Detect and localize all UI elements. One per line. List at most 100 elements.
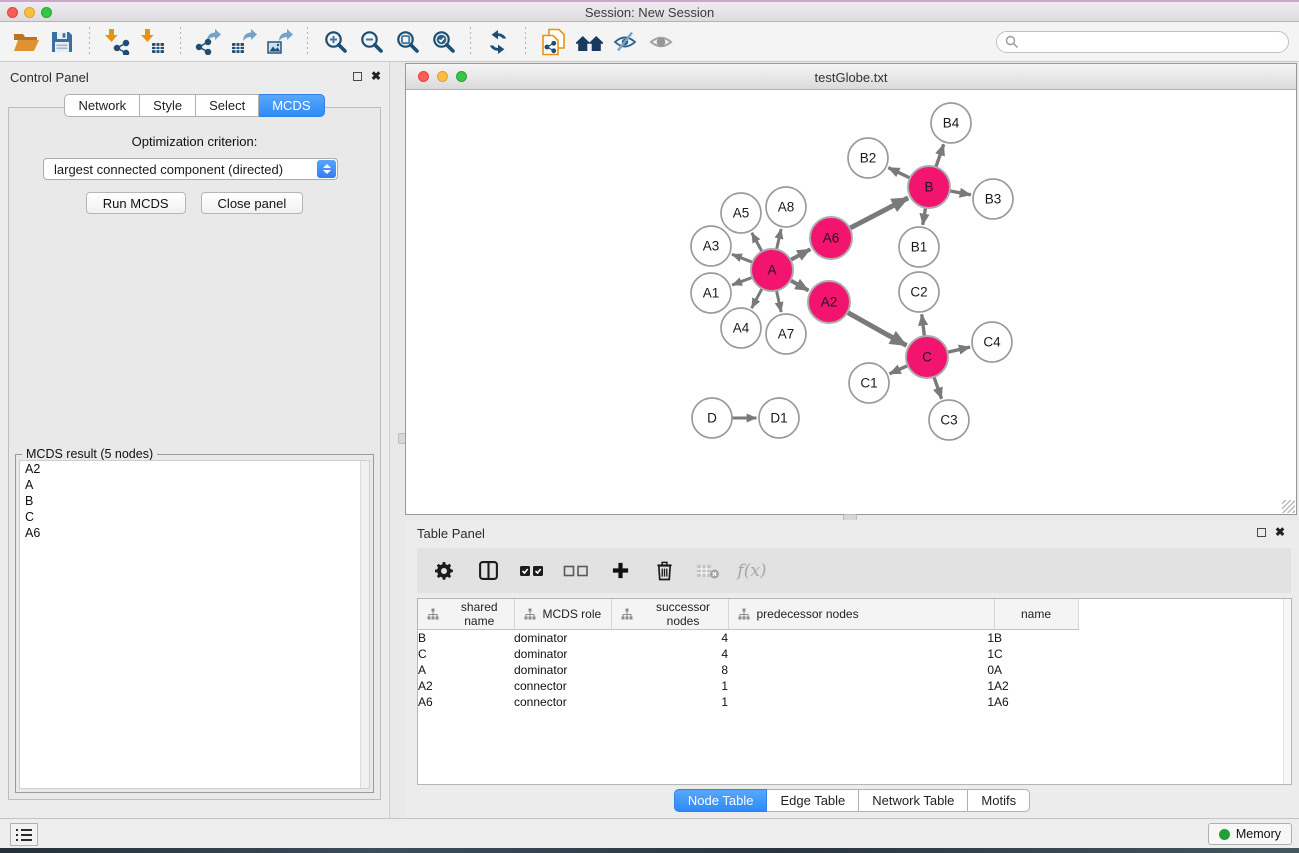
table-cell[interactable]: C [418,646,514,662]
table-row[interactable]: Adominator80A [418,662,1078,678]
graph-edge[interactable] [923,208,926,225]
app-titlebar[interactable]: Session: New Session [0,2,1299,22]
table-cell[interactable]: B [418,630,514,646]
criterion-select[interactable]: largest connected component (directed) [43,158,338,180]
table-cell[interactable]: dominator [514,662,611,678]
table-cell[interactable]: B [994,630,1078,646]
table-row[interactable]: Cdominator41C [418,646,1078,662]
mcds-result-item[interactable]: C [20,509,369,525]
zoom-out-button[interactable] [353,25,389,59]
table-settings-gear-button[interactable] [427,554,461,588]
column-selector-button[interactable] [471,554,505,588]
tab-mcds[interactable]: MCDS [259,94,324,117]
save-session-button[interactable] [44,25,80,59]
graph-edge[interactable] [732,254,753,262]
float-panel-icon[interactable] [353,72,362,81]
table-cell[interactable]: dominator [514,646,611,662]
table-cell[interactable]: dominator [514,630,611,646]
graph-edge[interactable] [752,233,762,252]
search-input[interactable] [1025,34,1280,50]
graph-edge[interactable] [777,229,782,250]
graph-edge[interactable] [922,314,925,336]
refresh-layout-button[interactable] [480,25,516,59]
table-cell[interactable]: 4 [611,630,728,646]
tab-network[interactable]: Network [64,94,140,117]
graph-edge[interactable] [936,144,944,167]
zoom-fit-button[interactable] [389,25,425,59]
import-network-button[interactable] [99,25,135,59]
graph-edge[interactable] [776,291,781,313]
export-table-button[interactable] [226,25,262,59]
table-cell[interactable]: A2 [994,678,1078,694]
column-header-successor-nodes[interactable]: successor nodes [611,599,728,630]
table-cell[interactable]: 0 [728,662,994,678]
table-cell[interactable]: 1 [728,630,994,646]
hide-panel-button[interactable] [607,25,643,59]
column-header-predecessor-nodes[interactable]: predecessor nodes [728,599,994,630]
tab-motifs[interactable]: Motifs [968,789,1030,812]
float-table-panel-icon[interactable] [1257,528,1266,537]
tab-style[interactable]: Style [140,94,196,117]
zoom-in-button[interactable] [317,25,353,59]
import-table-button[interactable] [135,25,171,59]
graph-edge[interactable] [950,191,971,195]
tab-select[interactable]: Select [196,94,259,117]
tab-network-table[interactable]: Network Table [859,789,968,812]
table-cell[interactable]: A [994,662,1078,678]
graph-edge[interactable] [888,168,910,178]
graph-edge[interactable] [752,289,762,309]
task-history-button[interactable] [10,823,38,846]
resize-grip-icon[interactable] [1282,500,1295,513]
close-table-panel-icon[interactable]: ✖ [1275,526,1285,538]
open-file-button[interactable] [8,25,44,59]
table-cell[interactable]: connector [514,678,611,694]
graph-edge[interactable] [790,280,808,290]
mcds-result-list[interactable]: A2ABCA6 [19,460,370,789]
mcds-result-item[interactable]: A6 [20,525,369,541]
node-table-grid[interactable]: shared nameMCDS rolesuccessor nodesprede… [418,599,1079,710]
graph-edge[interactable] [732,277,752,285]
zoom-selected-button[interactable] [425,25,461,59]
table-cell[interactable]: C [994,646,1078,662]
table-cell[interactable]: 1 [728,646,994,662]
delete-column-button[interactable] [647,554,681,588]
table-cell[interactable]: A6 [418,694,514,710]
graph-edge[interactable] [790,249,810,260]
mcds-result-item[interactable]: A2 [20,461,369,477]
table-cell[interactable]: 4 [611,646,728,662]
table-cell[interactable]: A6 [994,694,1078,710]
tab-node-table[interactable]: Node Table [674,789,768,812]
table-cell[interactable]: connector [514,694,611,710]
graph-edge[interactable] [947,347,970,352]
export-network-button[interactable] [190,25,226,59]
table-cell[interactable]: 1 [611,694,728,710]
graph-edge[interactable] [890,366,908,374]
column-header-mcds-role[interactable]: MCDS role [514,599,611,630]
graph-edge[interactable] [934,377,942,399]
table-cell[interactable]: A2 [418,678,514,694]
table-cell[interactable]: 1 [611,678,728,694]
table-cell[interactable]: 1 [728,694,994,710]
mcds-result-item[interactable]: A [20,477,369,493]
close-panel-icon[interactable]: ✖ [371,70,381,82]
tab-edge-table[interactable]: Edge Table [767,789,859,812]
network-window-titlebar[interactable]: testGlobe.txt [406,64,1296,90]
table-row[interactable]: Bdominator41B [418,630,1078,646]
select-all-button[interactable] [515,554,549,588]
search-field[interactable] [996,31,1289,53]
home-button[interactable] [571,25,607,59]
table-cell[interactable]: 1 [728,678,994,694]
mcds-result-item[interactable]: B [20,493,369,509]
table-cell[interactable]: A [418,662,514,678]
column-header-shared-name[interactable]: shared name [418,599,514,630]
mcds-list-scrollbar[interactable] [360,461,369,788]
run-mcds-button[interactable]: Run MCDS [86,192,186,214]
add-column-button[interactable] [603,554,637,588]
deselect-all-button[interactable] [559,554,593,588]
close-panel-button[interactable]: Close panel [201,192,304,214]
graph-edge[interactable] [847,312,906,345]
network-graph[interactable]: B4B2BB3A8A5A6A3B1AC2A1A2A4A7C4CC1C3DD1 [406,90,1296,514]
memory-button[interactable]: Memory [1208,823,1292,845]
network-from-file-button[interactable] [535,25,571,59]
table-row[interactable]: A6connector11A6 [418,694,1078,710]
